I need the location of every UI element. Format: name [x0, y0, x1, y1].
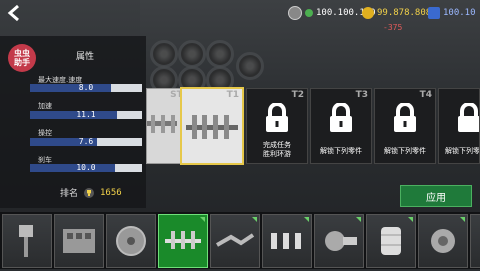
upgrade-card-t5[interactable]: 解锁下列零 [438, 88, 480, 164]
upgrade-card-t2[interactable]: T2 完成任务 胜利环游 [246, 88, 308, 164]
stat-bar-accel: 11.1 [30, 110, 142, 119]
part-slot-exhaust[interactable] [210, 214, 260, 268]
gold-value: 99.878.808 [377, 8, 432, 18]
piston-icon [19, 225, 33, 257]
apply-button[interactable]: 应用 [400, 185, 472, 207]
card-tag: T2 [291, 90, 304, 100]
card-tag: T4 [419, 90, 432, 100]
part-slot-ecu[interactable] [470, 214, 480, 268]
panel-title: 属性 [76, 52, 95, 62]
part-slot-flywheel[interactable] [106, 214, 156, 268]
gold-counter: 99.878.808 [362, 6, 431, 20]
wheel-rack-icon [236, 52, 264, 80]
upgrade-arrow-icon [356, 217, 361, 222]
badge-text: 虫虫 助手 [14, 49, 30, 67]
stat-bar-speed: 8.0 [30, 83, 142, 92]
upgrade-card-t4[interactable]: T4 解锁下列零件 [374, 88, 436, 164]
flywheel-icon [116, 226, 146, 256]
rank-value: 1656 [100, 187, 122, 198]
upgrade-arrow-icon [200, 217, 205, 222]
part-slot-turbo[interactable] [314, 214, 364, 268]
part-slot-supercharger[interactable] [418, 214, 468, 268]
stat-value-brake: 10.0 [76, 163, 96, 172]
back-arrow-icon[interactable] [6, 4, 24, 22]
stat-bar-brake: 10.0 [30, 163, 142, 172]
stat-bar-handling: 7.6 [30, 137, 142, 146]
wheel-rack-icon [206, 40, 234, 68]
gold-delta: -375 [383, 23, 403, 32]
card-unlock-text: 完成任务 胜利环游 [263, 141, 291, 158]
stat-value-speed: 8.0 [78, 83, 94, 92]
part-slot-crankshaft[interactable] [158, 214, 208, 268]
add-cash-icon[interactable] [305, 9, 313, 17]
premium-value: 100.10 [443, 8, 476, 18]
upgrade-arrow-icon [408, 217, 413, 222]
spark-plug-icon [271, 233, 301, 249]
part-slot-piston[interactable] [2, 214, 52, 268]
rank-label: 排名 [60, 189, 79, 199]
upgrade-card-t3[interactable]: T3 解锁下列零件 [310, 88, 372, 164]
app-badge: 虫虫 助手 [8, 44, 36, 72]
lock-icon [394, 103, 416, 132]
lock-icon [266, 103, 288, 132]
gold-coin-icon [362, 7, 374, 19]
premium-counter: 100.10 [428, 6, 476, 20]
upgrade-arrow-icon [304, 217, 309, 222]
rank-display: 排名 1656 [60, 186, 122, 199]
cash-icon [288, 6, 302, 20]
wheel-rack-icon [150, 40, 178, 68]
upgrade-arrow-icon [460, 217, 465, 222]
part-slot-spark-plugs[interactable] [262, 214, 312, 268]
lock-icon [330, 103, 352, 132]
premium-icon [428, 7, 440, 19]
upgrade-arrow-icon [252, 217, 257, 222]
wheel-rack-icon [178, 40, 206, 68]
part-slot-engine-block[interactable] [54, 214, 104, 268]
supercharger-icon [431, 229, 455, 253]
crankshaft-icon [165, 231, 201, 249]
lock-icon [458, 103, 479, 132]
part-slot-air-filter[interactable] [366, 214, 416, 268]
crankshaft-icon [186, 115, 238, 139]
turbo-icon [325, 231, 357, 251]
card-tag: T1 [226, 90, 239, 100]
crankshaft-icon [147, 115, 177, 133]
card-tag: T3 [355, 90, 368, 100]
stat-value-handling: 7.6 [78, 137, 94, 146]
engine-block-icon [63, 229, 95, 253]
exhaust-icon [216, 233, 255, 247]
trophy-icon [84, 187, 95, 198]
stat-value-accel: 11.1 [76, 110, 96, 119]
card-unlock-text: 解锁下列零件 [384, 147, 426, 155]
card-unlock-text: 解锁下列零 [445, 147, 480, 155]
air-filter-icon [381, 227, 401, 255]
upgrade-card-t1[interactable]: T1 [180, 87, 244, 165]
card-unlock-text: 解锁下列零件 [320, 147, 362, 155]
